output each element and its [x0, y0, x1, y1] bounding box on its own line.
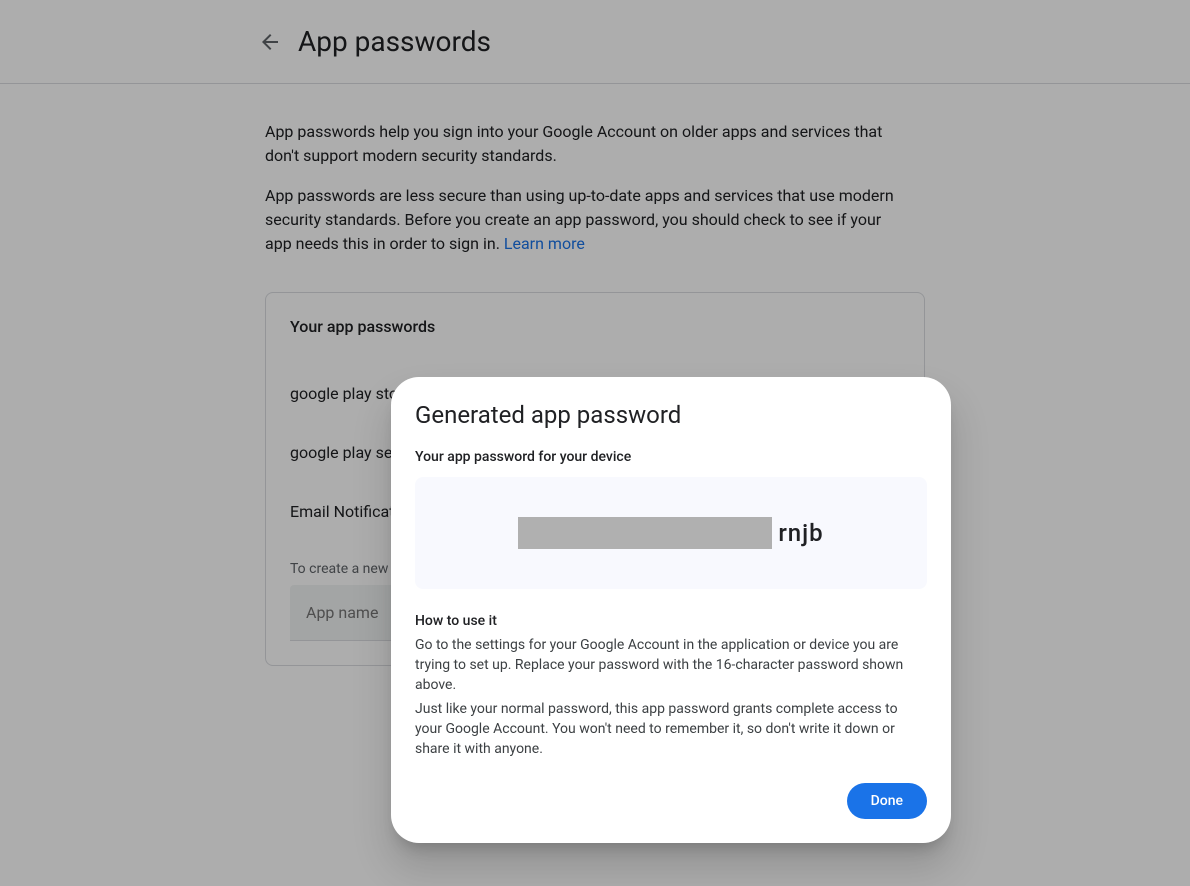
- modal-title: Generated app password: [415, 401, 927, 429]
- password-display-box: rnjb: [415, 477, 927, 589]
- how-to-use-title: How to use it: [415, 613, 927, 629]
- modal-subtitle: Your app password for your device: [415, 449, 927, 465]
- done-button[interactable]: Done: [847, 783, 927, 819]
- password-visible-text: rnjb: [778, 519, 823, 547]
- how-to-use-text-2: Just like your normal password, this app…: [415, 699, 927, 759]
- generated-password-modal: Generated app password Your app password…: [391, 377, 951, 843]
- how-to-use-text-1: Go to the settings for your Google Accou…: [415, 635, 927, 695]
- modal-actions: Done: [415, 783, 927, 819]
- password-redacted-block: [518, 517, 772, 549]
